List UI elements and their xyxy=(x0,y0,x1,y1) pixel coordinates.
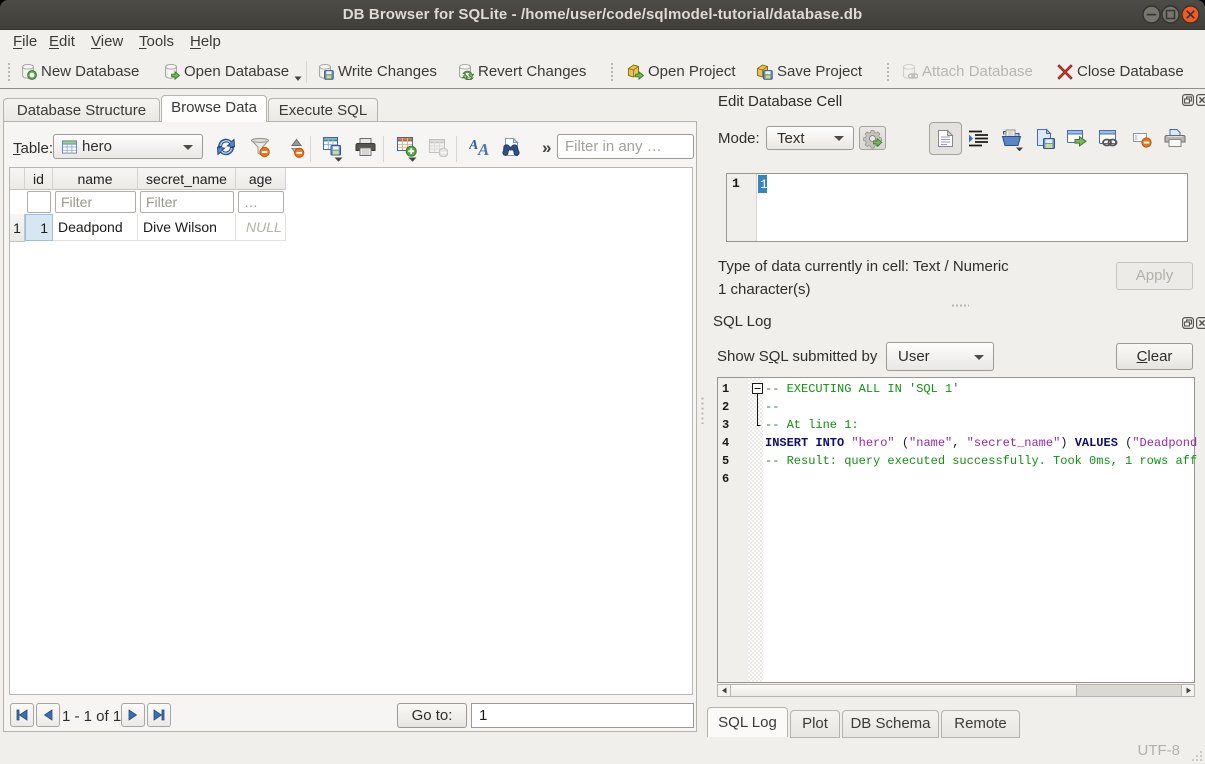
svg-text:A: A xyxy=(477,140,489,157)
svg-text:A: A xyxy=(469,138,478,153)
